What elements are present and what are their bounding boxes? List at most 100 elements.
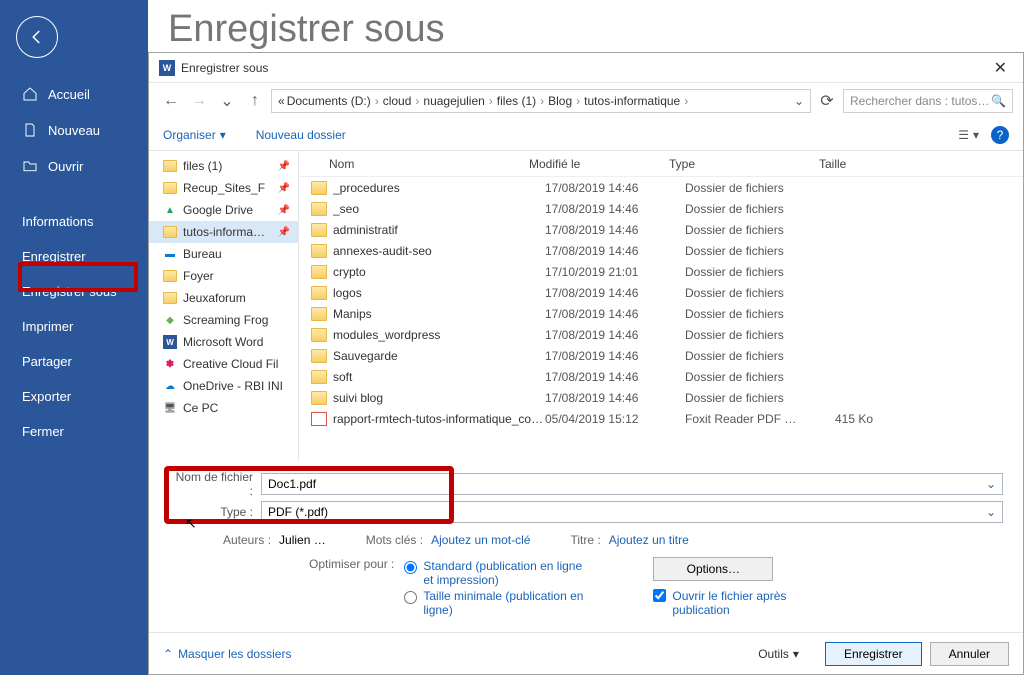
close-button[interactable]: ✕	[988, 58, 1013, 78]
help-button[interactable]: ?	[991, 126, 1009, 144]
breadcrumb-segment[interactable]: cloud	[383, 94, 412, 108]
chevron-down-icon: ▾	[220, 128, 226, 142]
file-row[interactable]: Manips17/08/2019 14:46Dossier de fichier…	[299, 303, 1023, 324]
nav-imprimer[interactable]: Imprimer	[0, 309, 148, 344]
tree-label: files (1)	[183, 159, 222, 173]
file-name: administratif	[333, 223, 545, 237]
tree-item[interactable]: ▲Google Drive📌	[163, 199, 298, 221]
file-row[interactable]: _seo17/08/2019 14:46Dossier de fichiers	[299, 198, 1023, 219]
file-row[interactable]: logos17/08/2019 14:46Dossier de fichiers	[299, 282, 1023, 303]
title-input[interactable]: Ajoutez un titre	[609, 533, 689, 547]
nav-fermer[interactable]: Fermer	[0, 414, 148, 449]
options-button[interactable]: Options…	[653, 557, 773, 581]
title-label: Titre :	[570, 533, 600, 547]
tree-item[interactable]: tutos-informa…📌	[149, 221, 298, 243]
chevron-down-icon[interactable]: ⌄	[794, 94, 804, 108]
screaming-frog-icon: ◆	[163, 313, 177, 327]
column-type[interactable]: Type	[669, 157, 819, 171]
nav-exporter[interactable]: Exporter	[0, 379, 148, 414]
tree-item[interactable]: Foyer	[163, 265, 298, 287]
file-row[interactable]: annexes-audit-seo17/08/2019 14:46Dossier…	[299, 240, 1023, 261]
nav-recent-dropdown[interactable]: ⌄	[215, 89, 239, 113]
tree-item[interactable]: ☁OneDrive - RBI INI	[163, 375, 298, 397]
arrow-left-icon	[28, 28, 46, 46]
column-name[interactable]: Nom	[329, 157, 529, 171]
radio-minimal[interactable]: Taille minimale (publication en ligne)	[404, 589, 593, 617]
nav-enregistrer-sous[interactable]: Enregistrer sous	[0, 274, 148, 309]
nav-partager[interactable]: Partager	[0, 344, 148, 379]
authors-value[interactable]: Julien …	[279, 533, 326, 547]
column-size[interactable]: Taille	[819, 157, 899, 171]
file-row[interactable]: modules_wordpress17/08/2019 14:46Dossier…	[299, 324, 1023, 345]
tree-label: Jeuxaforum	[183, 291, 246, 305]
organize-menu[interactable]: Organiser▾	[163, 128, 226, 142]
file-type: Dossier de fichiers	[685, 244, 835, 258]
nav-up-button[interactable]: ↑	[243, 89, 267, 113]
navigation-row: ← → ⌄ ↑ « Documents (D:)› cloud› nuageju…	[149, 83, 1023, 119]
onedrive-icon: ☁	[163, 379, 177, 393]
new-folder-button[interactable]: Nouveau dossier	[256, 128, 346, 142]
file-name: Manips	[333, 307, 545, 321]
file-row[interactable]: soft17/08/2019 14:46Dossier de fichiers	[299, 366, 1023, 387]
file-name: Sauvegarde	[333, 349, 545, 363]
pdf-icon	[311, 412, 327, 426]
hide-folders-toggle[interactable]: ⌃Masquer les dossiers	[163, 647, 291, 661]
tags-input[interactable]: Ajoutez un mot-clé	[431, 533, 530, 547]
tools-menu[interactable]: Outils▾	[758, 647, 799, 661]
file-row[interactable]: suivi blog17/08/2019 14:46Dossier de fic…	[299, 387, 1023, 408]
nav-back-button[interactable]: ←	[159, 89, 183, 113]
folder-icon	[163, 160, 177, 172]
cancel-button[interactable]: Annuler	[930, 642, 1009, 666]
nav-label: Ouvrir	[48, 159, 83, 174]
folder-icon	[311, 328, 327, 342]
tree-item[interactable]: Jeuxaforum	[163, 287, 298, 309]
file-row[interactable]: Sauvegarde17/08/2019 14:46Dossier de fic…	[299, 345, 1023, 366]
tree-label: Screaming Frog	[183, 313, 268, 327]
nav-informations[interactable]: Informations	[0, 204, 148, 239]
search-placeholder: Rechercher dans : tutos-infor…	[850, 94, 991, 108]
filetype-select[interactable]: PDF (*.pdf)	[261, 501, 1003, 523]
file-row[interactable]: administratif17/08/2019 14:46Dossier de …	[299, 219, 1023, 240]
nav-ouvrir[interactable]: Ouvrir	[0, 148, 148, 184]
tree-item[interactable]: ✽Creative Cloud Fil	[163, 353, 298, 375]
tree-label: Bureau	[183, 247, 222, 261]
file-name: _procedures	[333, 181, 545, 195]
tree-item[interactable]: 🖥Ce PC	[163, 397, 298, 419]
back-button[interactable]	[16, 16, 58, 58]
file-name: modules_wordpress	[333, 328, 545, 342]
tree-item[interactable]: Recup_Sites_F📌	[163, 177, 298, 199]
nav-accueil[interactable]: Accueil	[0, 76, 148, 112]
radio-standard[interactable]: Standard (publication en ligne et impres…	[404, 559, 593, 587]
open-after-checkbox[interactable]: Ouvrir le fichier après publication	[653, 589, 832, 617]
file-row[interactable]: _procedures17/08/2019 14:46Dossier de fi…	[299, 177, 1023, 198]
breadcrumb-segment[interactable]: nuagejulien	[423, 94, 484, 108]
breadcrumb-segment[interactable]: Documents (D:)	[287, 94, 371, 108]
nav-label: Accueil	[48, 87, 90, 102]
folder-tree[interactable]: files (1)📌Recup_Sites_F📌▲Google Drive📌tu…	[149, 151, 299, 461]
breadcrumb-bar[interactable]: « Documents (D:)› cloud› nuagejulien› fi…	[271, 89, 811, 113]
search-input[interactable]: Rechercher dans : tutos-infor… 🔍	[843, 89, 1013, 113]
save-button[interactable]: Enregistrer	[825, 642, 922, 666]
column-headers[interactable]: Nom Modifié le Type Taille	[299, 151, 1023, 177]
tree-item[interactable]: ▬Bureau	[163, 243, 298, 265]
tree-label: tutos-informa…	[183, 225, 265, 239]
breadcrumb-segment[interactable]: tutos-informatique	[584, 94, 680, 108]
refresh-button[interactable]: ⟳	[815, 89, 839, 113]
nav-nouveau[interactable]: Nouveau	[0, 112, 148, 148]
creative-cloud-icon: ✽	[163, 357, 177, 371]
file-row[interactable]: rapport-rmtech-tutos-informatique_com…05…	[299, 408, 1023, 429]
breadcrumb-segment[interactable]: files (1)	[497, 94, 536, 108]
column-date[interactable]: Modifié le	[529, 157, 669, 171]
file-row[interactable]: crypto17/10/2019 21:01Dossier de fichier…	[299, 261, 1023, 282]
nav-enregistrer[interactable]: Enregistrer	[0, 239, 148, 274]
tree-item[interactable]: ◆ Screaming Frog	[163, 309, 298, 331]
nav-label: Nouveau	[48, 123, 100, 138]
tree-item[interactable]: WMicrosoft Word	[163, 331, 298, 353]
filename-input[interactable]: Doc1.pdf	[261, 473, 1003, 495]
tree-label: Recup_Sites_F	[183, 181, 265, 195]
breadcrumb-segment[interactable]: Blog	[548, 94, 572, 108]
tree-item[interactable]: files (1)📌	[163, 155, 298, 177]
view-mode-button[interactable]: ☰▾	[958, 128, 979, 142]
open-folder-icon	[22, 158, 38, 174]
page-title: Enregistrer sous	[168, 8, 445, 51]
